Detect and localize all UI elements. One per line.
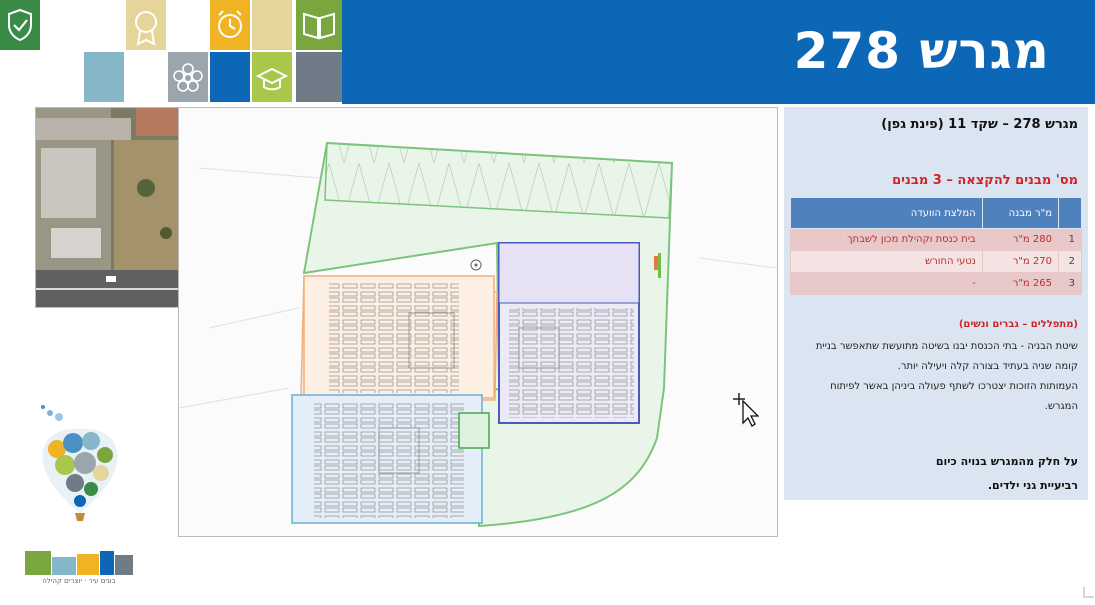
table-header-number xyxy=(1058,197,1082,229)
kindergarten-note-line2: רביעיית גני ילדים. xyxy=(987,479,1078,492)
tile-clock xyxy=(210,0,250,50)
balloon-logo xyxy=(35,403,125,533)
info-panel: מגרש 278 – שקד 11 (פינת גפן) מס' מבנים ל… xyxy=(784,107,1088,500)
construction-method-text: שיטת הבניה - בתי הכנסת יבנו בשיטה מתועשת… xyxy=(815,341,1078,372)
tile-shield xyxy=(0,0,40,50)
corner-mark-icon xyxy=(1082,585,1095,601)
tile-mosaic xyxy=(0,0,342,104)
tile-medal xyxy=(126,0,166,50)
shield-check-icon xyxy=(8,8,32,42)
row-number: 3 xyxy=(1058,272,1082,295)
tile-flower xyxy=(168,52,208,102)
alarm-clock-icon xyxy=(218,10,242,38)
balloon-icon xyxy=(41,405,118,521)
kindergarten-note: על חלק מהמגרש בנויה כיום רביעיית גני ילד… xyxy=(936,450,1078,498)
site-plan-drawing xyxy=(179,108,777,536)
page-title: מגרש 278 xyxy=(793,22,1050,80)
flower-icon xyxy=(173,63,203,92)
row-recommendation: נטעי החורש xyxy=(790,250,983,273)
row-recommendation: - xyxy=(790,272,983,295)
tile-cap xyxy=(252,52,292,102)
logo-blocks-icon xyxy=(25,551,133,575)
allocation-table: מ"ר מבנה המלצת הוועדה 1 280 מ"ר בית כנסת… xyxy=(790,197,1082,295)
row-area: 280 מ"ר xyxy=(981,228,1060,251)
building-count: מס' מבנים להקצאה – 3 מבנים xyxy=(892,173,1078,188)
logo-caption: בונים עיר · יוצרים קהילה xyxy=(42,577,116,585)
move-cursor-icon xyxy=(733,393,760,427)
worshippers-note: (מתפללים – גברים ונשים) xyxy=(958,319,1078,330)
row-number: 1 xyxy=(1058,228,1082,251)
title-banner: מגרש 278 xyxy=(342,0,1095,104)
table-row: 1 280 מ"ר בית כנסת וקהילת מכון לשבתך xyxy=(790,228,1082,251)
tile-book xyxy=(296,0,342,50)
row-number: 2 xyxy=(1058,250,1082,273)
table-header-recommendation: המלצת הוועדה xyxy=(790,197,983,229)
kindergarten-note-line1: על חלק מהמגרש בנויה כיום xyxy=(935,455,1078,468)
plot-heading: מגרש 278 – שקד 11 (פינת גפן) xyxy=(881,117,1078,132)
row-recommendation: בית כנסת וקהילת מכון לשבתך xyxy=(790,228,983,251)
table-header-area: מ"ר מבנה xyxy=(981,197,1060,229)
graduation-cap-icon xyxy=(255,67,289,91)
table-row: 3 265 מ"ר - xyxy=(790,272,1082,295)
medal-icon xyxy=(135,11,157,46)
row-area: 270 מ"ר xyxy=(981,250,1060,273)
associations-text: העמותות הזוכות יצטרכו לשתף פעולה ביניהן … xyxy=(830,381,1078,412)
municipality-logo xyxy=(25,551,133,575)
row-area: 265 מ"ר xyxy=(981,272,1060,295)
open-book-icon xyxy=(303,12,335,40)
site-plan xyxy=(178,107,778,537)
table-header-row: מ"ר מבנה המלצת הוועדה xyxy=(790,197,1082,229)
table-row: 2 270 מ"ר נטעי החורש xyxy=(790,250,1082,273)
